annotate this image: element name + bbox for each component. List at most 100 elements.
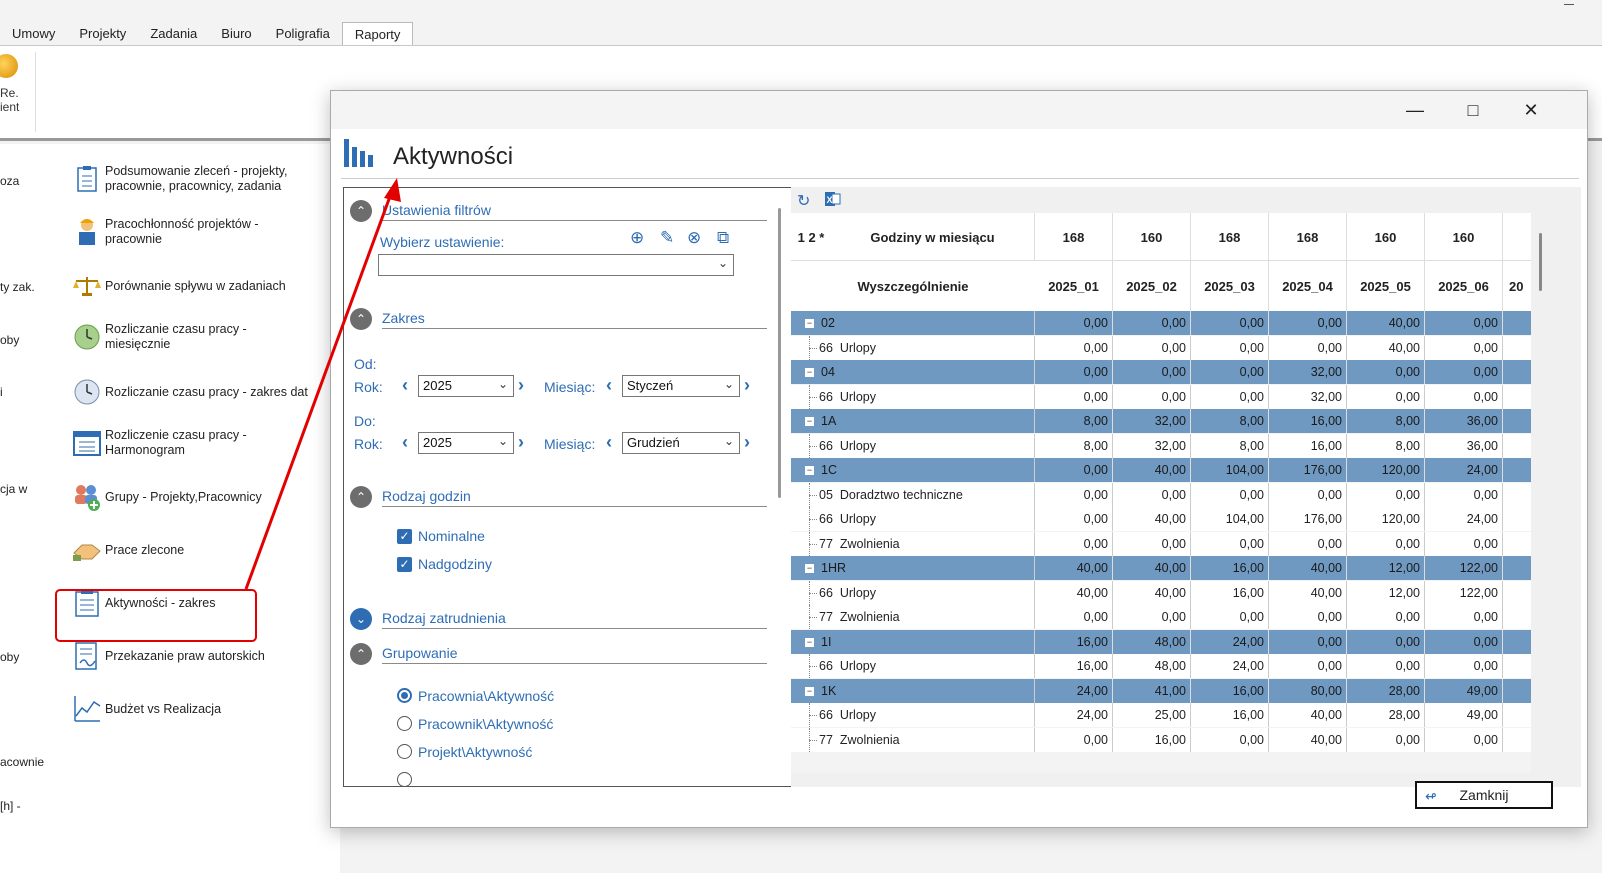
scrollbar[interactable] bbox=[1539, 233, 1542, 291]
tab-biuro[interactable]: Biuro bbox=[209, 22, 263, 46]
cut-label[interactable]: oza bbox=[0, 174, 19, 188]
group-row[interactable]: −04 0,00 0,00 0,00 32,00 0,00 0,00 bbox=[791, 360, 1531, 384]
group-row[interactable]: −1K 24,00 41,00 16,00 80,00 28,00 49,00 bbox=[791, 678, 1531, 703]
report-label: Przekazanie praw autorskich bbox=[105, 648, 265, 663]
next-year-button[interactable]: › bbox=[518, 432, 524, 453]
table-row[interactable]: 66 Urlopy 16,00 48,00 24,00 0,00 0,00 0,00 bbox=[791, 654, 1531, 678]
month-header[interactable]: 2025_01 bbox=[1035, 261, 1113, 311]
table-row[interactable]: 77 Zwolnienia 0,00 0,00 0,00 0,00 0,00 0,00 bbox=[791, 531, 1531, 556]
minimize-icon[interactable] bbox=[1564, 4, 1574, 5]
table-row[interactable]: 77 Zwolnienia 0,00 16,00 0,00 40,00 0,00 0,00 bbox=[791, 727, 1531, 752]
prev-month-button[interactable]: ‹ bbox=[606, 375, 612, 396]
report-item[interactable]: Pracochłonność projektów - pracownie bbox=[72, 216, 342, 248]
close-button[interactable]: ↫ Zamknij bbox=[1415, 781, 1553, 809]
table-row[interactable]: 77 Zwolnienia 0,00 0,00 0,00 0,00 0,00 0,00 bbox=[791, 605, 1531, 629]
report-item[interactable]: Rozliczanie czasu pracy - zakres dat bbox=[72, 376, 342, 408]
edit-icon[interactable]: ✎ bbox=[660, 228, 674, 248]
delete-icon[interactable]: ⊗ bbox=[687, 228, 701, 248]
row-label-cell: −1HR bbox=[791, 556, 1035, 580]
table-row[interactable]: 66 Urlopy 0,00 0,00 0,00 0,00 40,00 0,00 bbox=[791, 335, 1531, 360]
collapse-row-icon[interactable]: − bbox=[805, 686, 814, 696]
collapse-icon[interactable]: ⌃ bbox=[350, 308, 372, 330]
copy-icon[interactable]: ⧉ bbox=[717, 228, 729, 248]
month-header[interactable]: 20 bbox=[1503, 261, 1531, 311]
cut-label[interactable]: oby bbox=[0, 650, 19, 664]
grouping-radio[interactable] bbox=[397, 744, 412, 759]
collapse-row-icon[interactable]: − bbox=[805, 637, 814, 647]
grouping-radio[interactable] bbox=[397, 688, 412, 703]
minimize-icon[interactable]: — bbox=[1393, 97, 1437, 123]
month-header[interactable]: 2025_03 bbox=[1191, 261, 1269, 311]
group-row[interactable]: −1I 16,00 48,00 24,00 0,00 0,00 0,00 bbox=[791, 629, 1531, 654]
scrollbar[interactable] bbox=[778, 208, 781, 498]
report-item[interactable]: Porównanie spływu w zadaniach bbox=[72, 270, 342, 302]
from-month-select[interactable]: Styczeń ⌄ bbox=[622, 375, 740, 397]
collapse-icon[interactable]: ⌃ bbox=[350, 486, 372, 508]
cut-label[interactable]: cja w bbox=[0, 482, 27, 496]
cut-label[interactable]: [h] - bbox=[0, 799, 21, 813]
ribbon-button-label[interactable]: Re. ient bbox=[0, 86, 19, 114]
collapse-row-icon[interactable]: − bbox=[805, 466, 814, 475]
cut-label[interactable]: ty zak. bbox=[0, 280, 35, 294]
collapse-row-icon[interactable]: − bbox=[805, 417, 814, 426]
excel-icon[interactable]: X bbox=[825, 191, 841, 212]
table-row[interactable]: 66 Urlopy 40,00 40,00 16,00 40,00 12,00 122,00 bbox=[791, 580, 1531, 605]
report-item[interactable]: Grupy - Projekty,Pracownicy bbox=[72, 481, 342, 513]
collapse-row-icon[interactable]: − bbox=[805, 319, 814, 328]
group-row[interactable]: −1A 8,00 32,00 8,00 16,00 8,00 36,00 bbox=[791, 409, 1531, 433]
month-header[interactable]: 2025_04 bbox=[1269, 261, 1347, 311]
table-row[interactable]: 66 Urlopy 0,00 40,00 104,00 176,00 120,00 24,0… bbox=[791, 507, 1531, 531]
group-levels[interactable]: 1 2 * bbox=[791, 213, 831, 261]
report-icon[interactable] bbox=[0, 54, 18, 78]
report-item[interactable]: Budżet vs Realizacja bbox=[72, 693, 342, 725]
cut-label[interactable]: i bbox=[0, 385, 3, 399]
table-row[interactable]: 05 Doradztwo techniczne 0,00 0,00 0,00 0,00 0… bbox=[791, 482, 1531, 507]
setting-select[interactable]: ⌄ bbox=[378, 254, 734, 276]
next-year-button[interactable]: › bbox=[518, 375, 524, 396]
description-header[interactable]: Wyszczególnienie bbox=[791, 261, 1035, 311]
month-header[interactable]: 2025_02 bbox=[1113, 261, 1191, 311]
grouping-radio[interactable] bbox=[397, 772, 412, 786]
tab-poligrafia[interactable]: Poligrafia bbox=[264, 22, 342, 46]
to-year-select[interactable]: 2025 ⌄ bbox=[418, 432, 514, 454]
tab-projekty[interactable]: Projekty bbox=[67, 22, 138, 46]
collapse-row-icon[interactable]: − bbox=[805, 564, 814, 573]
cut-label[interactable]: oby bbox=[0, 333, 19, 347]
table-row[interactable]: 66 Urlopy 24,00 25,00 16,00 40,00 28,00 49,00 bbox=[791, 703, 1531, 727]
group-row[interactable]: −1C 0,00 40,00 104,00 176,00 120,00 24,00 bbox=[791, 458, 1531, 482]
maximize-icon[interactable]: □ bbox=[1451, 97, 1495, 123]
next-month-button[interactable]: › bbox=[744, 432, 750, 453]
close-icon[interactable]: ✕ bbox=[1509, 97, 1553, 123]
table-row[interactable]: 66 Urlopy 0,00 0,00 0,00 32,00 0,00 0,00 bbox=[791, 384, 1531, 409]
overtime-checkbox[interactable]: ✓ bbox=[397, 557, 412, 572]
prev-year-button[interactable]: ‹ bbox=[402, 432, 408, 453]
grouping-radio[interactable] bbox=[397, 716, 412, 731]
group-row[interactable]: −02 0,00 0,00 0,00 0,00 40,00 0,00 bbox=[791, 311, 1531, 335]
group-row[interactable]: −1HR 40,00 40,00 16,00 40,00 12,00 122,00 bbox=[791, 556, 1531, 580]
report-item[interactable]: Rozliczanie czasu pracy - miesięcznie bbox=[72, 321, 342, 353]
refresh-icon[interactable]: ↻ bbox=[797, 191, 810, 211]
data-grid[interactable]: 1 2 * Godziny w miesiącu 168 160 168 168 160… bbox=[791, 213, 1531, 773]
expand-icon[interactable]: ⌄ bbox=[350, 608, 372, 630]
month-header[interactable]: 2025_05 bbox=[1347, 261, 1425, 311]
report-item[interactable]: Rozliczenie czasu pracy - Harmonogram bbox=[72, 427, 342, 459]
collapse-icon[interactable]: ⌃ bbox=[350, 643, 372, 665]
month-header[interactable]: 2025_06 bbox=[1425, 261, 1503, 311]
prev-year-button[interactable]: ‹ bbox=[402, 375, 408, 396]
report-item[interactable]: Przekazanie praw autorskich bbox=[72, 640, 342, 672]
tab-zadania[interactable]: Zadania bbox=[138, 22, 209, 46]
next-month-button[interactable]: › bbox=[744, 375, 750, 396]
report-item[interactable]: Prace zlecone bbox=[72, 534, 342, 566]
prev-month-button[interactable]: ‹ bbox=[606, 432, 612, 453]
collapse-row-icon[interactable]: − bbox=[805, 368, 814, 377]
report-item[interactable]: Podsumowanie zleceń - projekty, pracownie… bbox=[72, 163, 342, 195]
tab-raporty[interactable]: Raporty bbox=[341, 22, 414, 46]
to-month-select[interactable]: Grudzień ⌄ bbox=[622, 432, 740, 454]
from-year-select[interactable]: 2025 ⌄ bbox=[418, 375, 514, 397]
nominal-checkbox[interactable]: ✓ bbox=[397, 529, 412, 544]
collapse-icon[interactable]: ⌃ bbox=[350, 200, 372, 222]
cut-label[interactable]: acownie bbox=[0, 755, 44, 769]
table-row[interactable]: 66 Urlopy 8,00 32,00 8,00 16,00 8,00 36,00 bbox=[791, 433, 1531, 458]
add-icon[interactable]: ⊕ bbox=[630, 228, 644, 248]
tab-umowy[interactable]: Umowy bbox=[0, 22, 67, 46]
